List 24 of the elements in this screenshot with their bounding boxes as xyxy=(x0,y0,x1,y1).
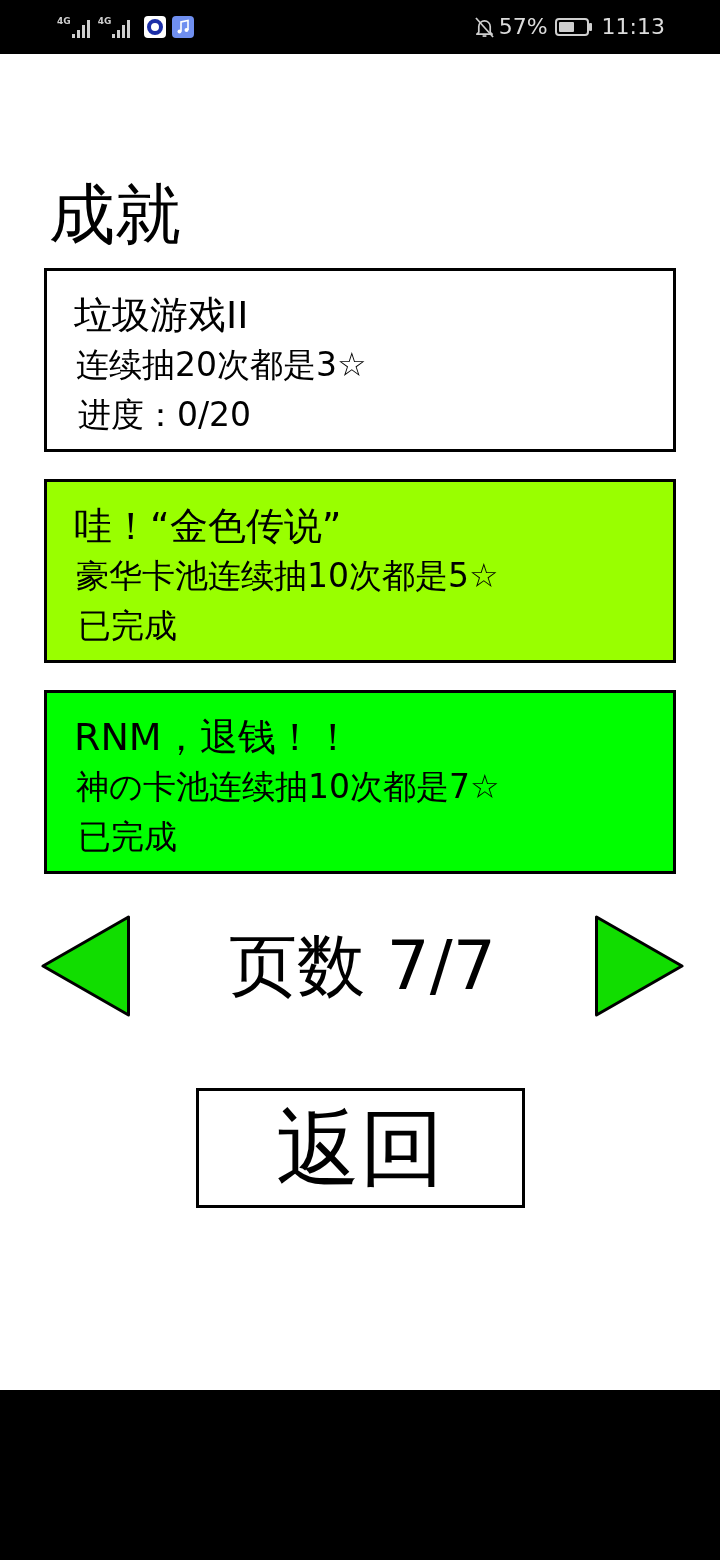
achievement-status: 已完成 xyxy=(77,605,178,647)
achievement-status: 已完成 xyxy=(77,816,178,858)
next-page-arrow-icon[interactable] xyxy=(594,915,684,1017)
signal-icon xyxy=(71,20,92,38)
network-type-label: 4G xyxy=(57,16,71,26)
signal-icon xyxy=(112,20,133,38)
previous-page-arrow-icon[interactable] xyxy=(41,915,131,1017)
app-icon xyxy=(144,16,167,38)
muted-bell-icon xyxy=(474,16,494,38)
clock-time: 11:13 xyxy=(601,14,665,40)
achievement-description: 豪华卡池连续抽10次都是5☆ xyxy=(75,555,500,597)
network-type-label: 4G xyxy=(97,16,112,26)
achievement-title: 垃圾游戏II xyxy=(74,292,250,339)
achievement-status: 进度：0/20 xyxy=(77,394,253,436)
battery-icon xyxy=(554,18,593,36)
achievement-description: 连续抽20次都是3☆ xyxy=(75,344,368,386)
page-title: 成就 xyxy=(48,175,182,255)
page-counter: 页数 7/7 xyxy=(228,925,497,1007)
achievement-title: RNM，退钱！！ xyxy=(74,714,353,761)
music-app-icon xyxy=(172,16,195,38)
back-button[interactable]: 返回 xyxy=(195,1088,525,1208)
battery-percentage: 57% xyxy=(498,14,548,40)
achievement-description: 神の卡池连续抽10次都是7☆ xyxy=(75,766,501,808)
achievement-title: 哇！“金色传说” xyxy=(74,503,343,550)
